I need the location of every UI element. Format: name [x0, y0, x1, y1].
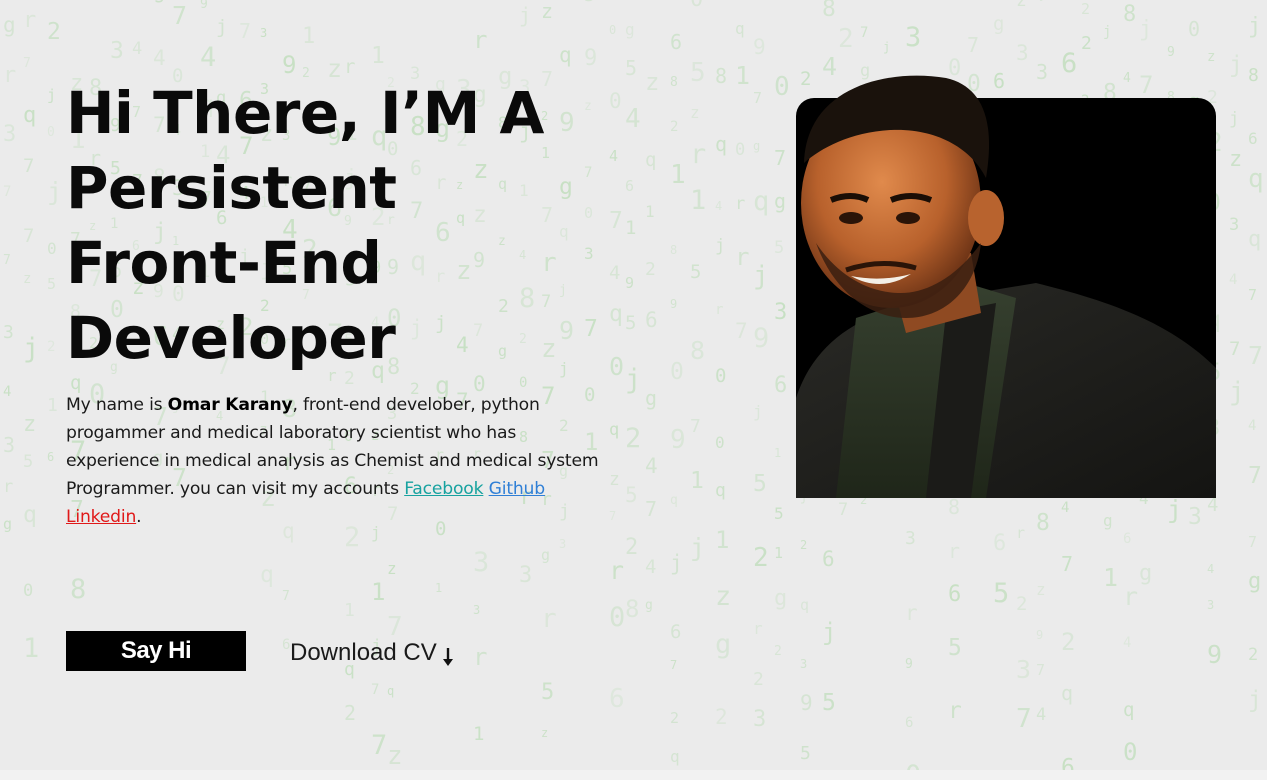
facebook-link[interactable]: Facebook — [404, 479, 483, 499]
say-hi-button[interactable]: Say Hi — [66, 631, 246, 671]
hero-section: Hi There, I’M A Persistent Front-End Dev… — [0, 0, 1267, 770]
hero-title-line: Hi There, I’M A — [66, 79, 544, 147]
page-bottom-edge — [0, 770, 1267, 780]
hero-title-line: Persistent — [66, 154, 397, 222]
download-cv-label: Download CV — [290, 639, 437, 666]
intro-paragraph: My name is Omar Karany, front-end develo… — [66, 391, 606, 531]
linkedin-link[interactable]: Linkedin — [66, 507, 136, 527]
intro-suffix: . — [136, 507, 142, 527]
profile-portrait — [796, 75, 1216, 498]
hero-title-line: Front-End — [66, 229, 382, 297]
profile-photo — [796, 75, 1216, 498]
hero-title: Hi There, I’M A Persistent Front-End Dev… — [66, 76, 626, 376]
intro-prefix: My name is — [66, 395, 168, 415]
author-name: Omar Karany — [167, 395, 293, 415]
download-cv-button[interactable]: Download CV — [290, 636, 455, 670]
arrow-down-icon — [441, 646, 455, 668]
github-link[interactable]: Github — [489, 479, 546, 499]
hero-title-line: Developer — [66, 304, 396, 372]
